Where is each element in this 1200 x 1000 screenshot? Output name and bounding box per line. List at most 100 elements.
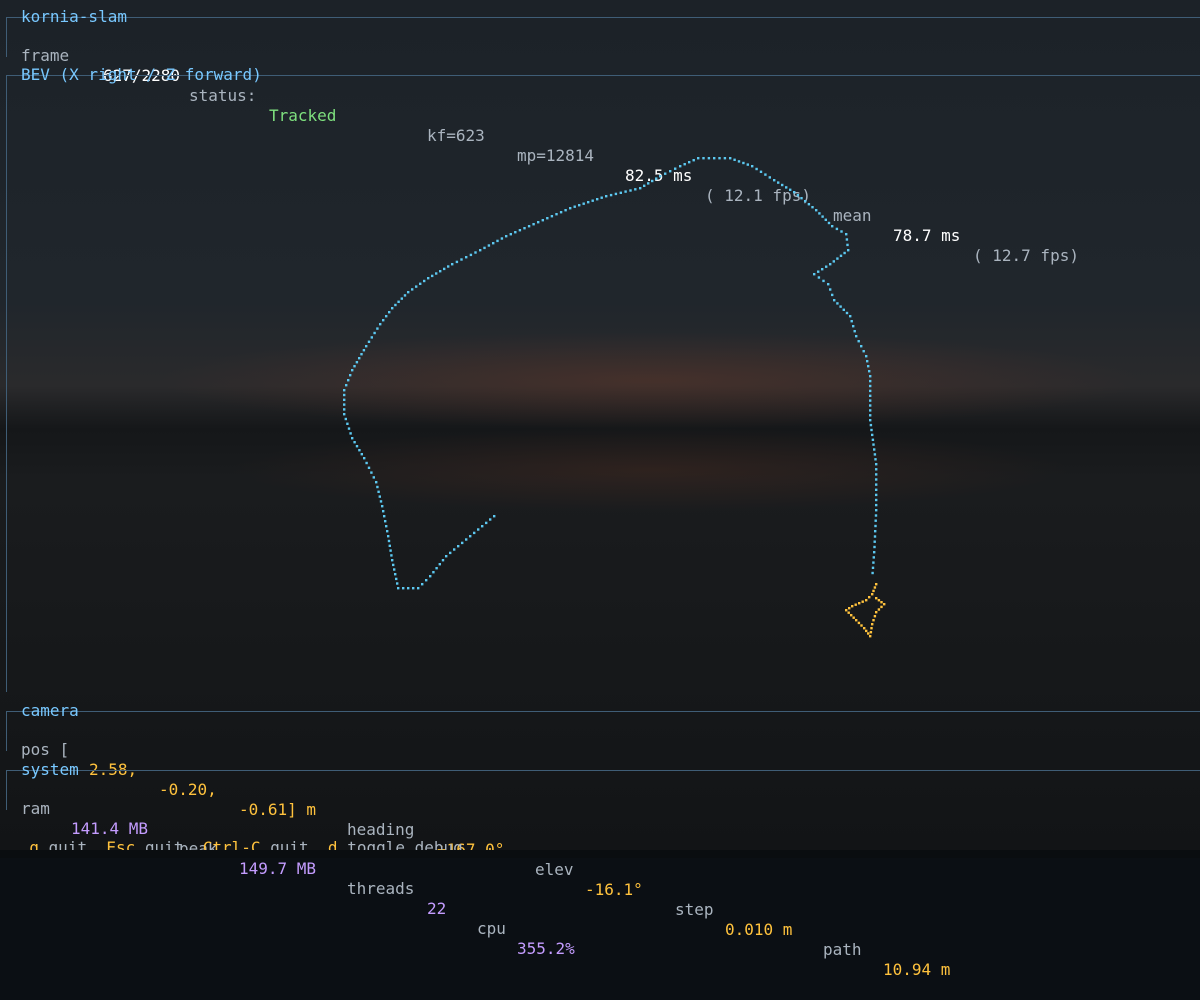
trajectory-dot: [360, 353, 363, 356]
trajectory-dot: [707, 157, 711, 160]
trajectory-dot: [455, 260, 459, 264]
bev-trajectory-plot: [343, 157, 886, 638]
trajectory-dot: [379, 323, 382, 326]
trajectory-dot: [874, 524, 877, 528]
trajectory-dot: [713, 157, 716, 160]
trajectory-dot: [874, 519, 877, 522]
trajectory-dot: [435, 567, 438, 570]
trajectory-dot: [857, 340, 860, 343]
trajectory-dot: [596, 198, 599, 201]
trajectory-dot: [871, 571, 874, 575]
trajectory-dot: [477, 528, 480, 531]
trajectory-dot: [634, 188, 637, 191]
trajectory-dot: [372, 476, 375, 479]
camera-marker-dot: [870, 627, 873, 630]
trajectory-dot: [379, 500, 383, 503]
trajectory-dot: [474, 251, 477, 254]
trajectory-dot: [849, 315, 852, 318]
trajectory-dot: [496, 239, 499, 243]
trajectory-dot: [746, 163, 749, 166]
camera-marker-dot: [877, 599, 881, 602]
trajectory-dot: [827, 221, 831, 225]
trajectory-dot: [842, 308, 845, 311]
camera-marker-dot: [873, 586, 877, 589]
trajectory-dot: [869, 419, 872, 422]
trajectory-dot: [869, 384, 872, 388]
trajectory-dot: [402, 587, 405, 590]
trajectory-dot: [871, 438, 875, 441]
trajectory-dot: [869, 379, 872, 383]
trajectory-dot: [733, 158, 736, 161]
trajectory-dot: [811, 206, 814, 209]
trajectory-dot: [827, 283, 830, 286]
trajectory-dot: [393, 568, 396, 571]
trajectory-dot: [425, 579, 428, 582]
camera-marker-dot: [848, 607, 851, 610]
trajectory-dot: [845, 233, 848, 236]
trajectory-dot: [483, 246, 486, 250]
trajectory-dot: [346, 422, 349, 425]
trajectory-dot: [419, 282, 422, 285]
trajectory-dot: [669, 170, 672, 173]
trajectory-dot: [453, 548, 456, 551]
trajectory-dot: [869, 399, 872, 402]
trajectory-dot: [343, 398, 346, 401]
trajectory-dot: [555, 213, 558, 216]
trajectory-dot: [852, 325, 855, 328]
trajectory-dot: [367, 340, 371, 343]
trajectory-dot: [392, 563, 395, 567]
trajectory-dot: [489, 518, 492, 521]
camera-marker-dot: [865, 629, 868, 633]
trajectory-dot: [527, 225, 531, 228]
trajectory-dot: [439, 270, 442, 273]
trajectory-dot: [492, 242, 495, 245]
trajectory-dot: [875, 488, 878, 491]
camera-marker-dot: [875, 583, 878, 586]
trajectory-dot: [813, 273, 816, 276]
trajectory-dot: [355, 445, 359, 448]
trajectory-dot: [869, 409, 872, 412]
camera-marker-dot: [850, 614, 853, 617]
trajectory-dot: [796, 194, 800, 197]
trajectory-dot: [839, 305, 842, 308]
trajectory-dot: [345, 384, 348, 387]
trajectory-dot: [869, 394, 872, 397]
camera-marker-dot: [845, 609, 848, 612]
camera-marker-dot: [872, 619, 875, 622]
trajectory-dot: [773, 179, 776, 182]
trajectory-dot: [629, 189, 632, 192]
trajectory-dot: [573, 205, 576, 208]
trajectory-dot: [655, 177, 658, 180]
trajectory-dot: [865, 355, 868, 358]
trajectory-dot: [850, 320, 853, 323]
trajectory-dot: [481, 525, 484, 528]
camera-panel: camera pos [ 2.58, -0.20, -0.61] m headi…: [6, 701, 1200, 979]
trajectory-dot: [465, 538, 468, 541]
trajectory-dot: [381, 505, 384, 508]
trajectory-dot: [875, 503, 878, 507]
trajectory-dot: [383, 515, 386, 518]
trajectory-dot: [365, 345, 368, 348]
trajectory-dot: [382, 319, 385, 322]
trajectory-dot: [821, 215, 824, 218]
trajectory-dot: [874, 458, 877, 461]
camera-marker-dot: [860, 624, 863, 627]
trajectory-dot: [817, 276, 821, 279]
trajectory-dot: [355, 361, 359, 364]
trajectory-dot: [829, 263, 832, 266]
trajectory-dot: [869, 414, 872, 417]
trajectory-dot: [487, 244, 491, 247]
trajectory-dot: [438, 563, 441, 566]
trajectory-dot: [835, 227, 839, 231]
trajectory-dot: [469, 535, 472, 538]
trajectory-dot: [537, 221, 540, 224]
trajectory-dot: [532, 223, 535, 226]
trajectory-dot: [619, 191, 622, 194]
trajectory-dot: [871, 566, 875, 569]
trajectory-dot: [831, 225, 834, 228]
trajectory-dot: [825, 265, 828, 268]
trajectory-dot: [855, 335, 858, 338]
trajectory-dot: [500, 237, 504, 240]
trajectory-dot: [833, 299, 836, 302]
camera-marker-dot: [871, 593, 874, 596]
